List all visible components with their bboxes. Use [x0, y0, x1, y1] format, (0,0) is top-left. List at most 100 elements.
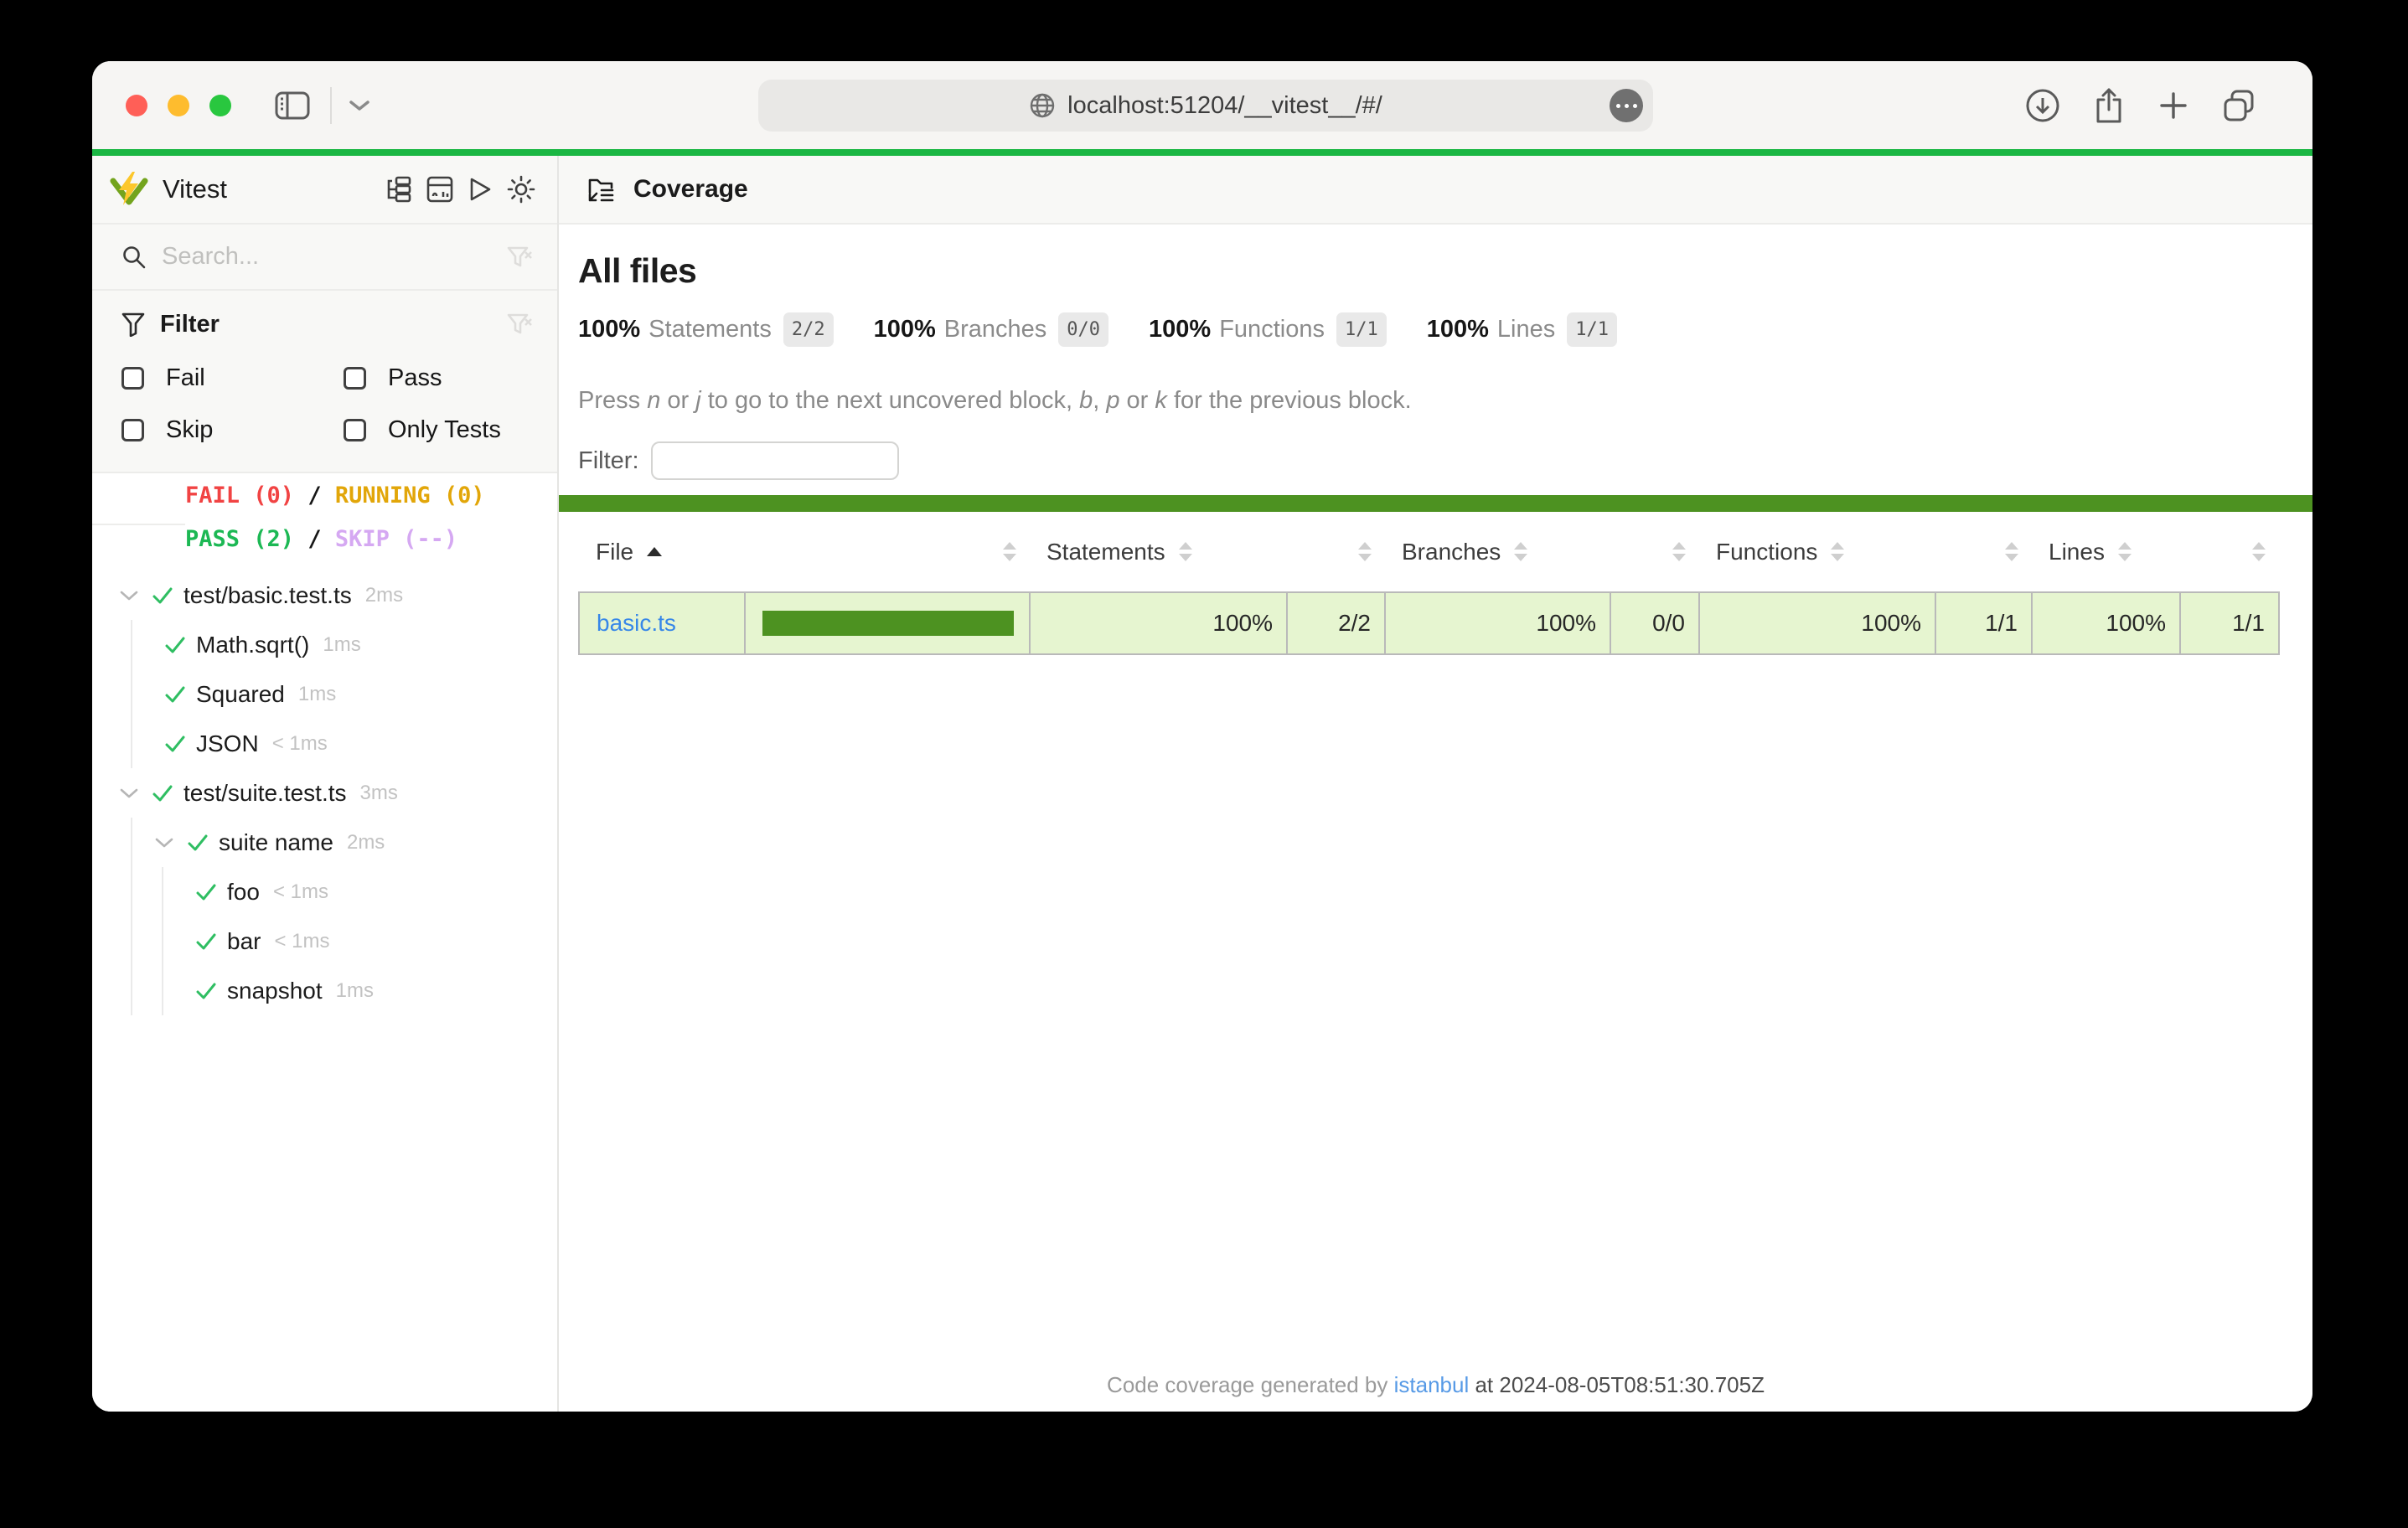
page-settings-button[interactable]	[1610, 89, 1643, 122]
search-input[interactable]	[162, 243, 507, 271]
file-link[interactable]: basic.ts	[597, 610, 676, 636]
istanbul-report: All files 100% Statements 2/2 100% Branc…	[559, 225, 2312, 1412]
address-bar[interactable]: localhost:51204/__vitest__/#/	[758, 80, 1653, 132]
branches-frac-cell: 0/0	[1610, 592, 1699, 654]
checkbox-box[interactable]	[344, 419, 366, 441]
vitest-progress-bar	[92, 149, 2312, 156]
stat-branches: 100% Branches 0/0	[874, 312, 1108, 347]
sorter-icon[interactable]	[1179, 542, 1192, 561]
column-header-branches[interactable]: Branches	[1385, 512, 1610, 592]
statements-frac-cell: 2/2	[1287, 592, 1385, 654]
clear-filter-icon[interactable]	[507, 312, 532, 336]
coverage-bar-cell	[745, 592, 1030, 654]
run-all-icon[interactable]	[468, 176, 493, 203]
sorter-icon[interactable]	[2005, 542, 2018, 561]
stat-functions: 100% Functions 1/1	[1149, 312, 1387, 347]
fraction-badge: 0/0	[1058, 312, 1108, 347]
coverage-header: Coverage	[559, 156, 2312, 225]
sorter-icon[interactable]	[1514, 542, 1527, 561]
chevron-down-icon[interactable]	[118, 787, 140, 800]
branches-pct-cell: 100%	[1385, 592, 1610, 654]
check-pass-icon	[195, 932, 217, 951]
sidebar-toggle-icon[interactable]	[275, 91, 310, 120]
column-header-file[interactable]: File	[579, 512, 745, 592]
search-icon	[121, 245, 147, 270]
coverage-stats: 100% Statements 2/2 100% Branches 0/0 10…	[578, 312, 2293, 347]
tree-item-snapshot[interactable]: snapshot 1ms	[163, 966, 557, 1015]
column-header-lines[interactable]: Lines	[2032, 512, 2180, 592]
tree-item-math-sqrt[interactable]: Math.sqrt() 1ms	[132, 620, 557, 669]
check-pass-icon	[152, 586, 173, 605]
istanbul-link[interactable]: istanbul	[1394, 1372, 1470, 1397]
new-tab-icon[interactable]	[2157, 89, 2190, 122]
check-pass-icon	[195, 883, 217, 901]
tree-item-suite-test[interactable]: test/suite.test.ts 3ms	[92, 768, 557, 818]
sorter-icon[interactable]	[1358, 542, 1372, 561]
report-footer: Code coverage generated by istanbul at 2…	[559, 1372, 2312, 1398]
toolbar-separator	[330, 87, 332, 124]
tree-item-foo[interactable]: foo < 1ms	[163, 867, 557, 916]
sort-ascending-icon	[647, 547, 662, 556]
column-header-statements[interactable]: Statements	[1030, 512, 1287, 592]
browser-window: localhost:51204/__vitest__/#/	[92, 61, 2312, 1412]
filter-label: Filter:	[578, 447, 639, 475]
coverage-filter-input[interactable]	[651, 441, 899, 480]
chevron-down-icon[interactable]	[153, 836, 175, 849]
summary-line-2: PASS (2) / SKIP (--)	[185, 518, 485, 561]
search-row	[92, 225, 557, 291]
lines-pct-cell: 100%	[2032, 592, 2180, 654]
column-header-branches-frac[interactable]	[1610, 512, 1699, 592]
zoom-window-button[interactable]	[209, 95, 231, 116]
chevron-down-icon[interactable]	[118, 589, 140, 602]
chevron-down-icon[interactable]	[349, 99, 370, 112]
url-text: localhost:51204/__vitest__/#/	[1067, 92, 1382, 120]
checkbox-only-tests[interactable]: Only Tests	[344, 408, 540, 452]
coverage-table: File Statements Branches Functions Lines	[578, 512, 2280, 655]
check-pass-icon	[164, 735, 186, 753]
tree-item-basic-test[interactable]: test/basic.test.ts 2ms	[92, 570, 557, 620]
checkbox-pass[interactable]: Pass	[344, 356, 540, 400]
tab-overview-icon[interactable]	[2220, 88, 2257, 123]
sorter-icon[interactable]	[1003, 542, 1016, 561]
sorter-icon[interactable]	[2118, 542, 2132, 561]
checkbox-box[interactable]	[121, 367, 144, 390]
column-header-chart[interactable]	[745, 512, 1030, 592]
column-header-lines-frac[interactable]	[2180, 512, 2279, 592]
check-pass-icon	[164, 685, 186, 704]
column-header-functions-frac[interactable]	[1935, 512, 2032, 592]
sorter-icon[interactable]	[2252, 542, 2266, 561]
stat-statements: 100% Statements 2/2	[578, 312, 834, 347]
lines-frac-cell: 1/1	[2180, 592, 2279, 654]
browser-toolbar: localhost:51204/__vitest__/#/	[92, 61, 2312, 149]
downloads-icon[interactable]	[2024, 87, 2061, 124]
fraction-badge: 2/2	[783, 312, 834, 347]
vitest-logo	[110, 171, 148, 208]
app-title: Vitest	[163, 174, 227, 204]
minimize-window-button[interactable]	[168, 95, 189, 116]
coverage-bar-fill	[762, 611, 1014, 636]
table-header-row: File Statements Branches Functions Lines	[579, 512, 2279, 592]
share-icon[interactable]	[2091, 86, 2126, 125]
coverage-title: Coverage	[633, 175, 748, 204]
tree-item-json[interactable]: JSON < 1ms	[132, 719, 557, 768]
checkbox-skip[interactable]: Skip	[121, 408, 344, 452]
statements-pct-cell: 100%	[1030, 592, 1287, 654]
tree-item-suite-name[interactable]: suite name 2ms	[132, 818, 557, 867]
close-window-button[interactable]	[126, 95, 147, 116]
tree-view-icon[interactable]	[385, 176, 412, 203]
column-header-statements-frac[interactable]	[1287, 512, 1385, 592]
checkbox-fail[interactable]: Fail	[121, 356, 344, 400]
check-pass-icon	[152, 784, 173, 803]
coverage-panel: Coverage All files 100% Statements 2/2 1…	[559, 156, 2312, 1412]
sorter-icon[interactable]	[1672, 542, 1686, 561]
theme-toggle-icon[interactable]	[507, 175, 535, 204]
tree-item-squared[interactable]: Squared 1ms	[132, 669, 557, 719]
keyboard-hint: Press n or j to go to the next uncovered…	[578, 387, 2293, 415]
column-header-functions[interactable]: Functions	[1699, 512, 1935, 592]
tree-item-bar[interactable]: bar < 1ms	[163, 916, 557, 966]
checkbox-box[interactable]	[344, 367, 366, 390]
checkbox-box[interactable]	[121, 419, 144, 441]
sorter-icon[interactable]	[1831, 542, 1844, 561]
clear-search-filter-icon[interactable]	[507, 245, 532, 269]
dashboard-icon[interactable]	[426, 176, 453, 203]
